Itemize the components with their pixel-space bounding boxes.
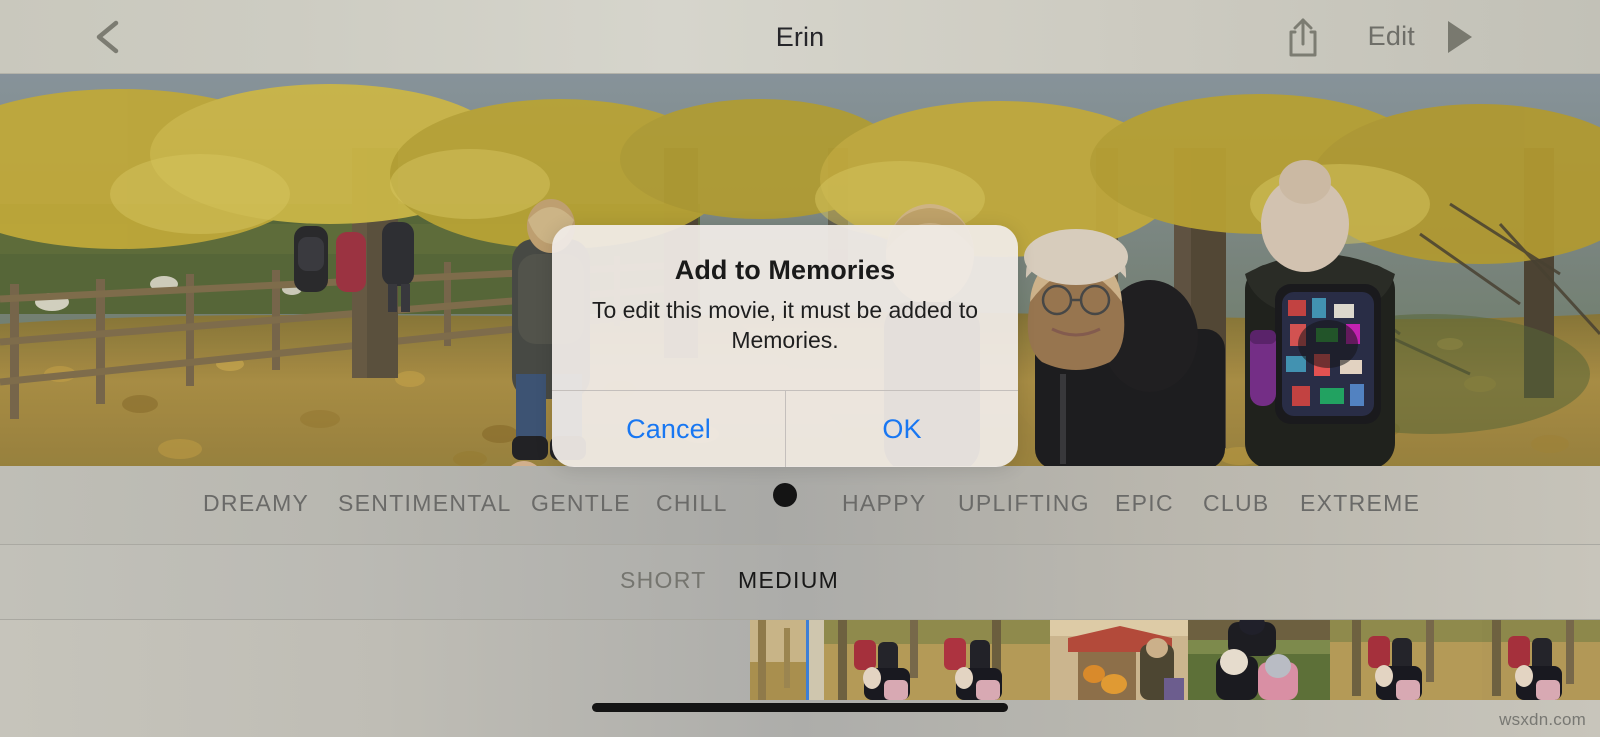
dialog-message: To edit this movie, it must be added to …	[591, 297, 979, 354]
photos-memory-editor-screen: Erin Edit DREAMY SENTIMENTAL GENTLE CHIL…	[0, 0, 1600, 737]
dialog-actions: Cancel OK	[552, 390, 1018, 467]
dialog-overlay: Add to Memories To edit this movie, it m…	[0, 0, 1600, 737]
ok-button[interactable]: OK	[785, 391, 1018, 467]
add-to-memories-dialog: Add to Memories To edit this movie, it m…	[552, 225, 1018, 467]
cancel-button[interactable]: Cancel	[552, 391, 785, 467]
dialog-body: Add to Memories To edit this movie, it m…	[552, 225, 1018, 390]
dialog-title: Add to Memories	[674, 255, 896, 285]
